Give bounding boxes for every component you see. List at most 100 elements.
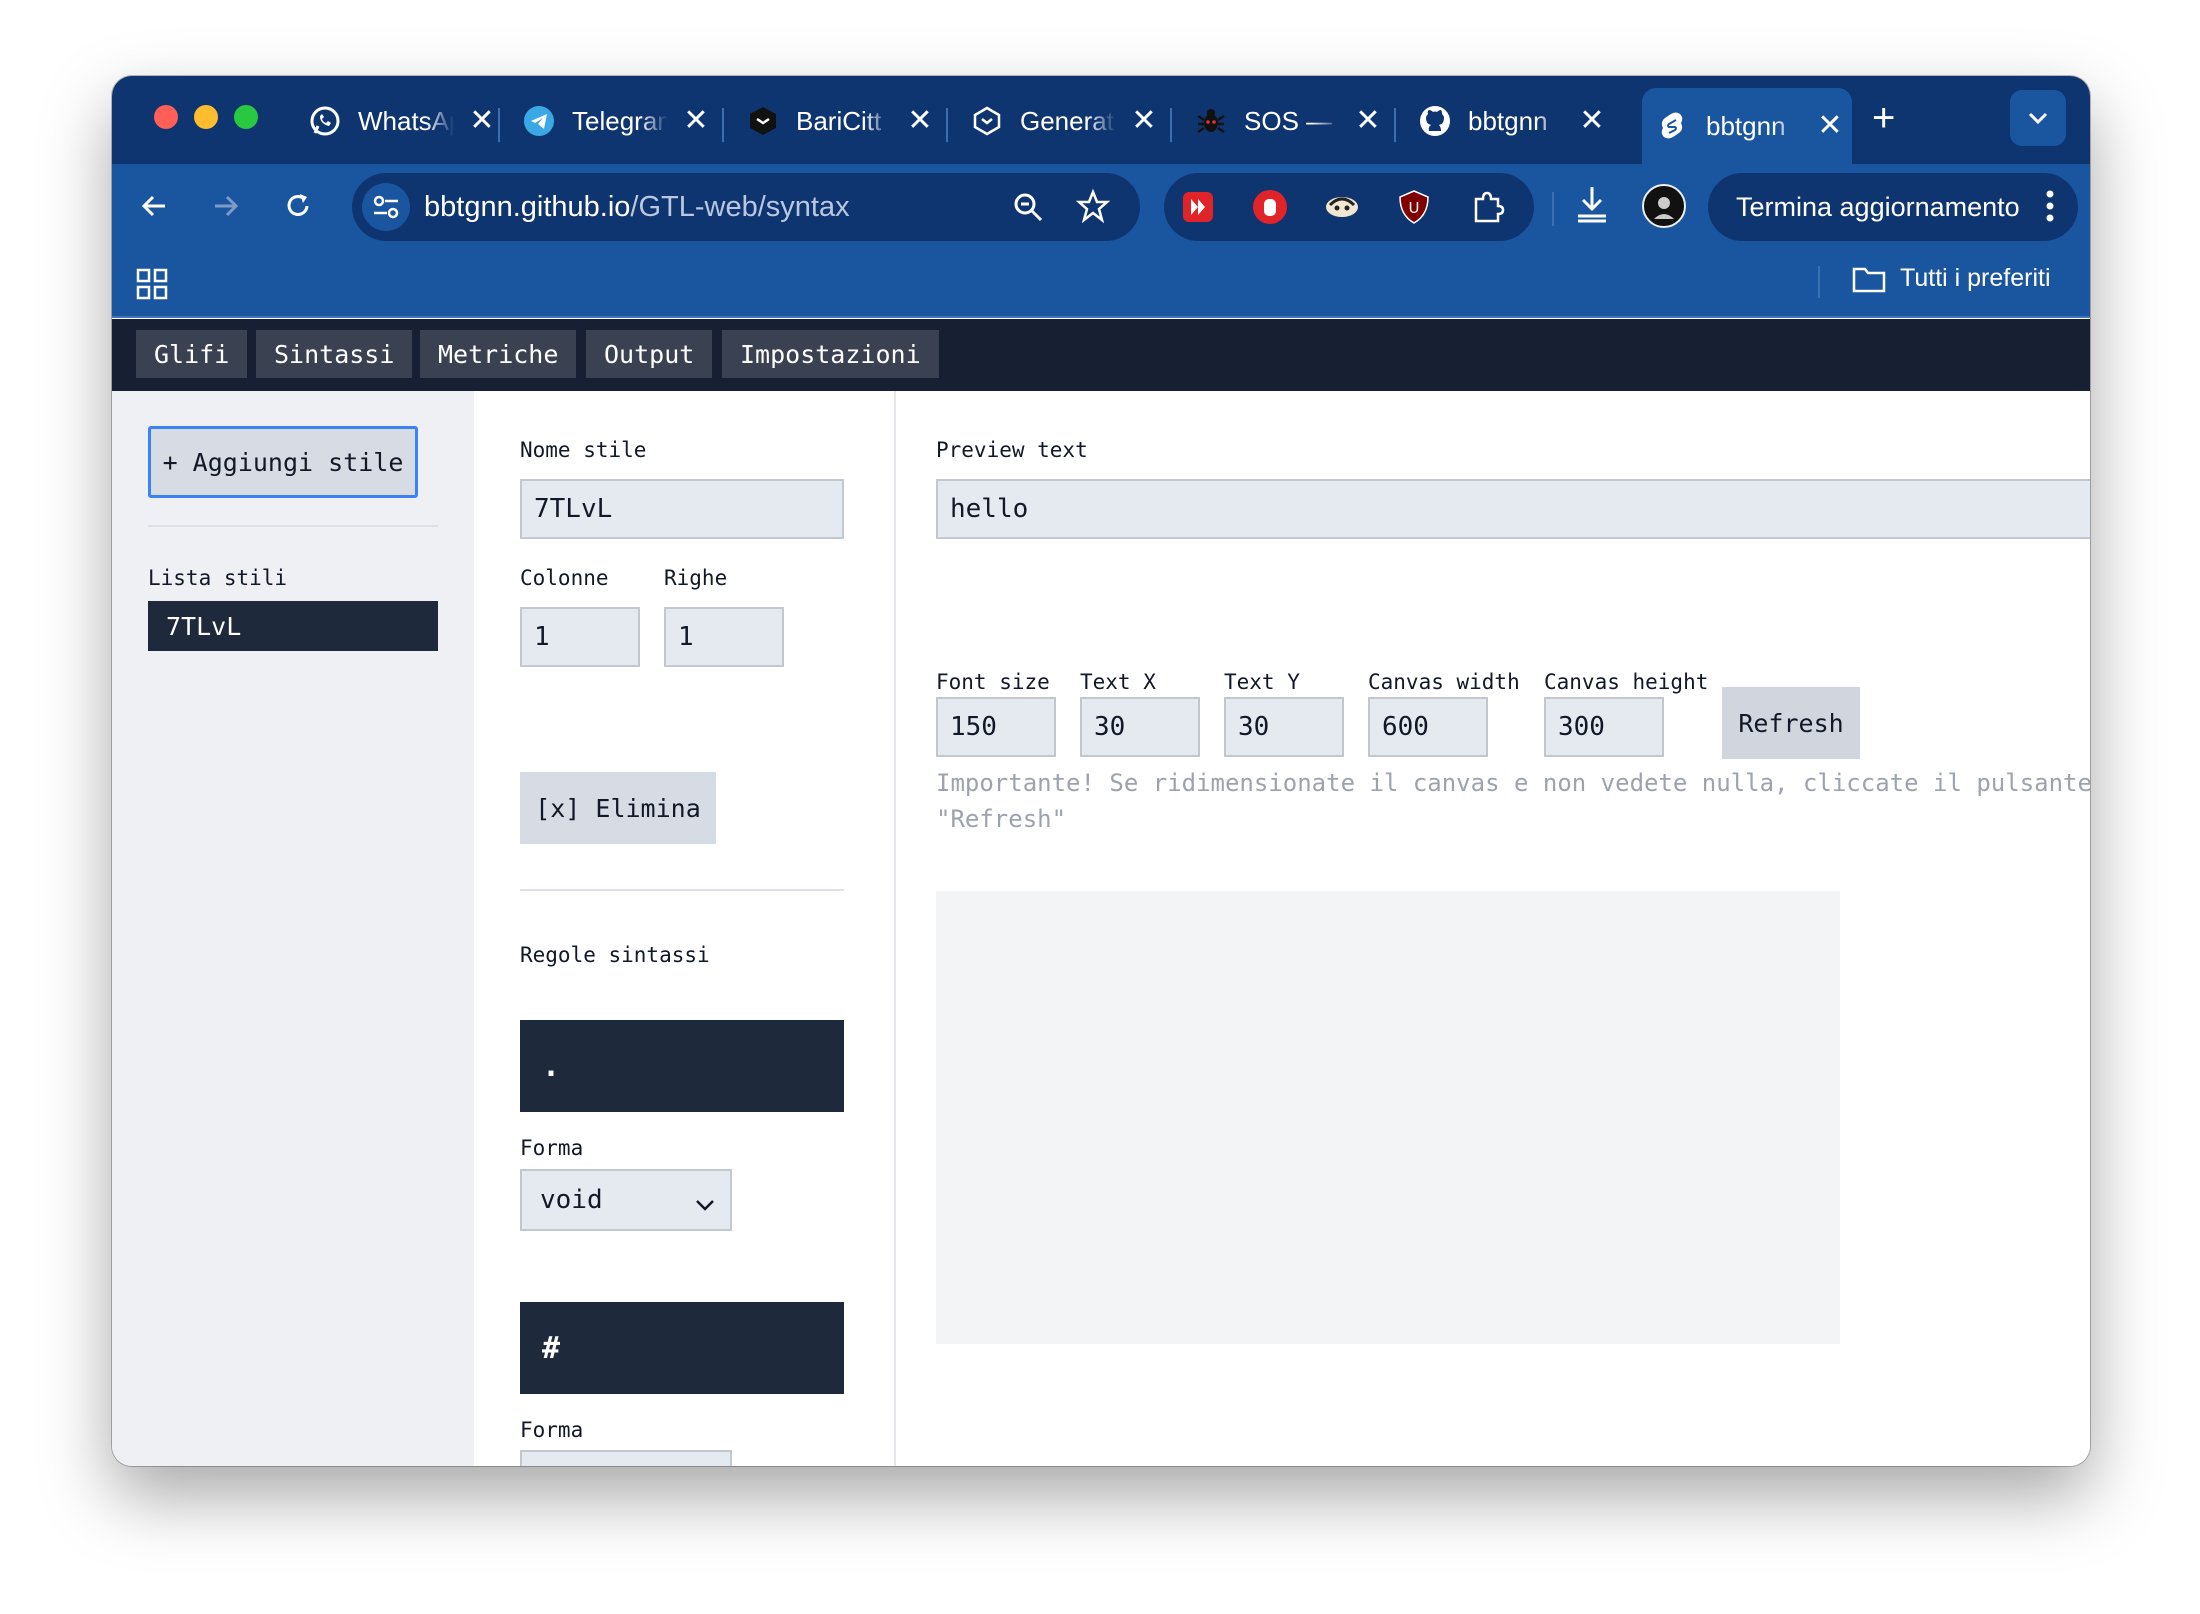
text-x-label: Text X bbox=[1080, 670, 1156, 694]
site-info-icon[interactable] bbox=[362, 183, 410, 231]
styles-sidebar: + Aggiungi stile Lista stili 7TLvL bbox=[112, 391, 474, 1466]
extensions-puzzle-icon[interactable] bbox=[1470, 189, 1506, 225]
tab-bar: WhatsApp ✕ Telegram ✕ BariCitt ✕ Generat bbox=[112, 76, 2090, 164]
update-button[interactable]: Termina aggiornamento bbox=[1708, 173, 2078, 241]
rule-symbol: . bbox=[520, 1020, 844, 1112]
whatsapp-icon bbox=[308, 104, 342, 138]
update-label: Termina aggiornamento bbox=[1736, 191, 2020, 222]
style-list-item[interactable]: 7TLvL bbox=[148, 601, 438, 651]
nav-tab-sintassi[interactable]: Sintassi bbox=[256, 330, 413, 378]
close-icon[interactable]: ✕ bbox=[906, 106, 934, 136]
all-bookmarks-label: Tutti i preferiti bbox=[1900, 264, 2051, 292]
tab-separator bbox=[1394, 108, 1396, 142]
tab-github[interactable]: bbtgnn ✕ bbox=[1418, 88, 1606, 154]
back-button[interactable] bbox=[132, 184, 176, 228]
tab-baricitt[interactable]: BariCitt ✕ bbox=[746, 88, 934, 154]
close-icon[interactable]: ✕ bbox=[468, 106, 496, 136]
text-y-input[interactable]: 30 bbox=[1224, 697, 1344, 757]
font-size-input[interactable]: 150 bbox=[936, 697, 1056, 757]
rows-input[interactable]: 1 bbox=[664, 607, 784, 667]
nav-tab-output[interactable]: Output bbox=[586, 330, 713, 378]
tab-sos[interactable]: SOS — ✕ bbox=[1194, 88, 1382, 154]
extensions-area: U bbox=[1164, 173, 1534, 241]
bookmark-star-icon[interactable] bbox=[1075, 188, 1111, 228]
preview-text-input[interactable]: hello bbox=[936, 479, 2090, 539]
download-icon[interactable] bbox=[1574, 184, 1610, 229]
text-x-input[interactable]: 30 bbox=[1080, 697, 1200, 757]
preview-panel: Preview text hello Font size Text X Text… bbox=[896, 391, 2090, 1466]
close-icon[interactable]: ✕ bbox=[1130, 106, 1158, 136]
zoom-icon[interactable] bbox=[1012, 191, 1044, 228]
close-icon[interactable]: ✕ bbox=[1578, 106, 1606, 136]
close-window-button[interactable] bbox=[154, 105, 178, 129]
styles-list-label: Lista stili bbox=[148, 566, 288, 590]
rule-symbol: # bbox=[520, 1302, 844, 1394]
canvas-height-input[interactable]: 300 bbox=[1544, 697, 1664, 757]
close-icon[interactable]: ✕ bbox=[1816, 111, 1844, 141]
tab-telegram[interactable]: Telegram ✕ bbox=[522, 88, 710, 154]
tab-label: bbtgnn bbox=[1468, 105, 1548, 136]
chevron-down-icon bbox=[2028, 112, 2048, 125]
forward-button[interactable] bbox=[204, 184, 248, 228]
hint-line-2: "Refresh" bbox=[936, 805, 1067, 833]
telegram-icon bbox=[522, 104, 556, 138]
nav-tab-metriche[interactable]: Metriche bbox=[420, 330, 577, 378]
tab-separator bbox=[498, 108, 500, 142]
shape-label: Forma bbox=[520, 1136, 584, 1160]
reload-icon bbox=[287, 194, 309, 216]
tab-active[interactable]: bbtgnn ✕ bbox=[1642, 88, 1852, 164]
url-text: bbtgnn.github.io/GTL-web/syntax bbox=[424, 190, 850, 223]
app-content: + Aggiungi stile Lista stili 7TLvL Nome … bbox=[112, 391, 2090, 1466]
all-bookmarks-button[interactable]: Tutti i preferiti bbox=[1852, 264, 2051, 293]
canvas-width-label: Canvas width bbox=[1368, 670, 1520, 694]
bug-icon bbox=[1194, 104, 1228, 138]
reload-button[interactable] bbox=[276, 184, 320, 228]
new-tab-button[interactable]: + bbox=[1872, 98, 1895, 138]
tab-whatsapp[interactable]: WhatsApp ✕ bbox=[308, 88, 496, 154]
profile-avatar[interactable] bbox=[1642, 184, 1686, 228]
add-style-button[interactable]: + Aggiungi stile bbox=[148, 426, 418, 498]
tab-generat[interactable]: Generat ✕ bbox=[970, 88, 1158, 154]
stop-hand-extension-icon[interactable] bbox=[1252, 189, 1288, 225]
github-icon bbox=[1418, 104, 1452, 138]
nav-tab-glifi[interactable]: Glifi bbox=[136, 330, 248, 378]
monster-extension-icon[interactable] bbox=[1324, 189, 1360, 225]
bookmarks-bar: Tutti i preferiti bbox=[112, 250, 2090, 318]
tab-label: SOS — bbox=[1244, 105, 1333, 136]
minimize-window-button[interactable] bbox=[194, 105, 218, 129]
bookmarks-separator bbox=[1818, 266, 1820, 298]
more-menu-icon[interactable] bbox=[2046, 189, 2054, 230]
columns-input[interactable]: 1 bbox=[520, 607, 640, 667]
font-size-label: Font size bbox=[936, 670, 1050, 694]
svg-text:U: U bbox=[1409, 199, 1420, 217]
nav-tab-impostazioni[interactable]: Impostazioni bbox=[722, 330, 939, 378]
text-y-label: Text Y bbox=[1224, 670, 1300, 694]
ublock-icon[interactable]: U bbox=[1396, 189, 1432, 225]
svelte-icon bbox=[1656, 109, 1690, 143]
style-name-label: Nome stile bbox=[520, 438, 647, 462]
close-icon[interactable]: ✕ bbox=[1354, 106, 1382, 136]
tab-label: bbtgnn bbox=[1706, 110, 1786, 141]
maximize-window-button[interactable] bbox=[234, 105, 258, 129]
close-icon[interactable]: ✕ bbox=[682, 106, 710, 136]
shape-select[interactable]: void bbox=[520, 1450, 732, 1466]
browser-toolbar: bbtgnn.github.io/GTL-web/syntax U Termin… bbox=[112, 164, 2090, 250]
style-name-input[interactable]: 7TLvL bbox=[520, 479, 844, 539]
arrow-left-icon bbox=[141, 195, 165, 217]
delete-style-button[interactable]: [x] Elimina bbox=[520, 772, 716, 844]
shape-label: Forma bbox=[520, 1418, 584, 1442]
canvas-height-label: Canvas height bbox=[1544, 670, 1709, 694]
address-bar[interactable]: bbtgnn.github.io/GTL-web/syntax bbox=[352, 173, 1140, 241]
video-extension-icon[interactable] bbox=[1180, 189, 1216, 225]
shape-select[interactable]: void bbox=[520, 1169, 732, 1231]
toolbar-separator bbox=[1552, 192, 1554, 226]
apps-grid-icon[interactable] bbox=[136, 268, 168, 305]
canvas-width-input[interactable]: 600 bbox=[1368, 697, 1488, 757]
tab-search-button[interactable] bbox=[2010, 90, 2066, 146]
tab-separator bbox=[722, 108, 724, 142]
refresh-button[interactable]: Refresh bbox=[1722, 687, 1860, 759]
rows-label: Righe bbox=[664, 566, 728, 590]
tab-label: Generat bbox=[1020, 105, 1114, 136]
tab-separator bbox=[946, 108, 948, 142]
preview-canvas[interactable] bbox=[936, 891, 1840, 1344]
